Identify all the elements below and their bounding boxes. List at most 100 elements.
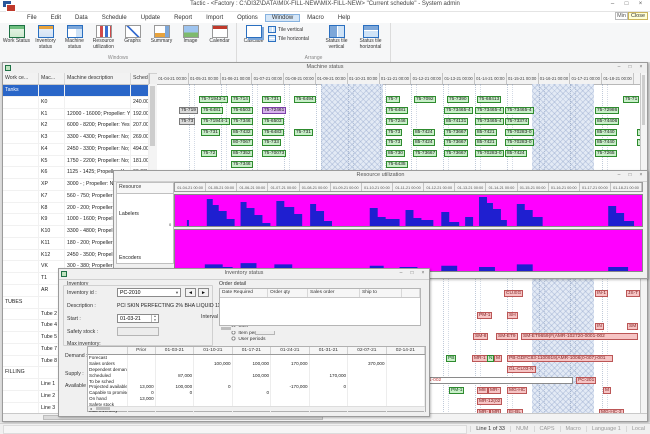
table-row[interactable]: K51750 - 2200; Propeller: No; Mixer:181.… xyxy=(3,156,149,168)
table-row[interactable]: K112000 - 16000; Propeller: Yes; Mix192.… xyxy=(3,109,149,121)
gantt-cell[interactable]: SM-8 xyxy=(473,333,488,340)
close-button[interactable]: × xyxy=(634,0,647,9)
gantt-cell[interactable]: 75-6503 xyxy=(262,118,284,125)
prev-item-button[interactable]: ◄ xyxy=(185,288,196,297)
gantt-cell[interactable]: MR-1 xyxy=(472,355,488,362)
safety-stock-field[interactable] xyxy=(117,327,159,336)
resource-close-button[interactable]: × xyxy=(636,171,646,180)
spinner-arrows-icon[interactable]: ▲▼ xyxy=(151,315,158,322)
gantt-cell[interactable]: 85-7424 xyxy=(505,150,527,157)
gantt-cell[interactable]: 75-70283-0 xyxy=(475,150,504,157)
gantt-cell[interactable]: JS-T xyxy=(626,290,640,297)
gantt-cell[interactable]: 75-71 xyxy=(623,96,639,103)
gantt-cell[interactable]: 85-7421 xyxy=(475,129,497,136)
gantt-cell[interactable]: 75-7346 xyxy=(231,161,253,168)
gantt-cell[interactable]: SM xyxy=(627,323,638,330)
gantt-cell[interactable]: 85-7421 xyxy=(475,139,497,146)
resource-minimize-button[interactable]: – xyxy=(614,171,624,180)
gantt-cell[interactable]: SH xyxy=(507,312,518,319)
gantt-cell[interactable]: 75-73 xyxy=(179,118,195,125)
gantt-cell[interactable]: 75-733 xyxy=(262,139,281,146)
machine-close-button[interactable]: × xyxy=(636,63,646,72)
gantt-cell[interactable]: 75-7246 xyxy=(386,118,408,125)
menu-item-update[interactable]: Update xyxy=(134,14,167,22)
resource-restore-button[interactable]: □ xyxy=(625,171,635,180)
gantt-cell[interactable]: 75-73465-4 xyxy=(505,107,534,114)
machine-status-button[interactable]: Machine status xyxy=(60,24,89,55)
gantt-cell[interactable]: 75-6435 xyxy=(386,161,408,168)
gantt-cell[interactable]: CU.EG xyxy=(504,290,523,297)
resource-utilization-button[interactable]: Resource utilization xyxy=(89,24,118,55)
gantt-cell[interactable]: MG-HC xyxy=(507,387,527,394)
table-row[interactable]: Tanks xyxy=(3,85,149,97)
calendar-button[interactable]: Calendar xyxy=(205,24,234,55)
gantt-cell[interactable]: 75-73 xyxy=(386,129,402,136)
table-row[interactable]: K42450 - 3300; Propeller: No; Mixer:494.… xyxy=(3,144,149,156)
gantt-cell[interactable]: 75-73465-4 xyxy=(475,107,504,114)
resource-item-encoders[interactable]: Encoders xyxy=(119,255,141,261)
gantt-cell[interactable]: 75-72986 xyxy=(595,107,619,114)
gantt-cell[interactable]: IN-1 xyxy=(595,290,608,297)
labelers-utilization-chart[interactable]: 0 xyxy=(174,194,643,227)
gantt-cell[interactable]: M xyxy=(603,387,611,394)
resource-titlebar[interactable]: Resource utilization – □ × xyxy=(114,171,647,182)
gantt-cell[interactable]: 75-7265 xyxy=(595,150,617,157)
menu-item-help[interactable]: Help xyxy=(331,14,357,22)
gantt-cell[interactable]: 75-731 xyxy=(262,96,281,103)
gantt-cell[interactable]: 75-6481 xyxy=(386,107,408,114)
gantt-cell[interactable]: MR-12(02 xyxy=(477,398,502,405)
next-item-button[interactable]: ► xyxy=(198,288,209,297)
gantt-cell[interactable]: M xyxy=(494,355,502,362)
gantt-cell[interactable]: PB-GDFC83-1100919(AMR-1006(0-007)-001 xyxy=(507,355,613,362)
gantt-cell[interactable]: 75-731 xyxy=(201,129,220,136)
gantt-cell[interactable]: 75-72 xyxy=(201,150,217,157)
gantt-cell[interactable]: PM-1 xyxy=(477,312,492,319)
minimize-button[interactable]: – xyxy=(606,0,619,9)
menu-item-report[interactable]: Report xyxy=(167,14,199,22)
gantt-cell[interactable]: IN xyxy=(595,323,604,330)
encoders-utilization-chart[interactable]: 0 xyxy=(174,229,643,272)
gantt-cell[interactable]: 75-73374 xyxy=(505,118,529,125)
gantt-cell[interactable]: 75-71944-1 xyxy=(201,118,230,125)
table-row[interactable]: K0240.00h xyxy=(3,97,149,109)
gantt-cell[interactable]: 75-73465-4 xyxy=(475,118,504,125)
gantt-cell[interactable]: 85-7440 xyxy=(595,139,617,146)
menu-item-macro[interactable]: Macro xyxy=(300,14,331,22)
gantt-cell[interactable]: 75-70283-0 xyxy=(505,139,534,146)
machine-minimize-button[interactable]: – xyxy=(614,63,624,72)
cascade-button[interactable]: Cascade xyxy=(239,24,268,55)
gantt-cell[interactable]: 85-7424 xyxy=(413,139,435,146)
menu-item-options[interactable]: Options xyxy=(230,14,265,22)
summary-button[interactable]: Summary xyxy=(147,24,176,55)
gantt-cell[interactable]: 75-6481 xyxy=(201,107,223,114)
gantt-cell[interactable]: 75-73667 xyxy=(444,139,468,146)
restore-button[interactable]: □ xyxy=(620,0,633,9)
gantt-cell[interactable]: 75-68413 xyxy=(477,96,501,103)
gantt-cell[interactable]: 75-73465-4 xyxy=(444,107,473,114)
gantt-cell[interactable]: 75-73667 xyxy=(444,129,468,136)
menu-item-edit[interactable]: Edit xyxy=(44,14,68,22)
interval-radio-user-periods[interactable]: User periods xyxy=(231,336,266,342)
gantt-cell[interactable]: 75-7390 xyxy=(447,96,469,103)
gantt-cell[interactable]: 85-7352 xyxy=(231,150,253,157)
gantt-cell[interactable]: 75-6503 xyxy=(231,107,253,114)
gantt-cell[interactable]: GL-CL03-N xyxy=(507,366,536,373)
inventory-status-button[interactable]: Inventory status xyxy=(31,24,60,55)
gantt-cell[interactable]: 75-73667 xyxy=(413,150,437,157)
menu-item-window[interactable]: Window xyxy=(265,14,300,22)
menu-item-import[interactable]: Import xyxy=(199,14,230,22)
resource-item-labelers[interactable]: Labelers xyxy=(119,211,139,217)
gantt-cell[interactable]: 75-6483 xyxy=(262,129,284,136)
inventory-grid-scrollbar[interactable]: ◄ xyxy=(88,406,425,411)
image-button[interactable]: Image xyxy=(176,24,205,55)
gantt-cell[interactable]: 75-7 xyxy=(386,96,400,103)
gantt-cell[interactable]: 85-7424 xyxy=(413,129,435,136)
gantt-cell[interactable]: PB xyxy=(446,355,456,362)
menu-item-file[interactable]: File xyxy=(20,14,44,22)
inventory-close-button[interactable]: × xyxy=(418,269,428,278)
gantt-cell[interactable]: PM-1 xyxy=(449,387,464,394)
gantt-cell[interactable]: 85-7440 xyxy=(595,129,617,136)
gantt-cell[interactable]: 85-74406 xyxy=(595,118,619,125)
gantt-cell[interactable]: 75-70073 xyxy=(262,150,286,157)
gantt-cell[interactable]: 75-7346 xyxy=(231,118,253,125)
